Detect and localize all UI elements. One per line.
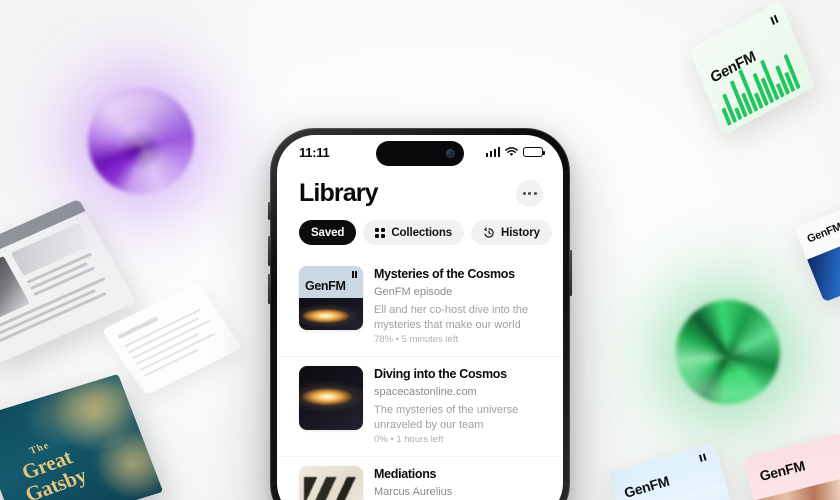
purple-orb-core — [88, 88, 194, 194]
list-item-title: Mediations — [374, 467, 437, 482]
floating-genfm-card-green: GenFM — [688, 0, 816, 136]
tab-history-label: History — [501, 226, 540, 239]
page-title: Library — [299, 179, 379, 207]
list-item-title: Diving into the Cosmos — [374, 367, 507, 382]
battery-full-icon — [523, 147, 545, 157]
purple-orb — [43, 43, 239, 239]
genfm-card-label: GenFM — [805, 220, 840, 246]
pause-icon — [351, 271, 357, 278]
tab-collections-label: Collections — [391, 226, 453, 239]
more-options-icon — [522, 192, 526, 195]
galaxy-artwork — [299, 298, 363, 330]
purple-orb-sheen — [94, 92, 188, 156]
document-text-line — [127, 317, 200, 354]
list-item-meta: Mediations Marcus Aurelius — [374, 466, 543, 500]
list-item[interactable]: Diving into the Cosmos spacecastonline.c… — [277, 357, 563, 458]
green-orb-core — [676, 300, 780, 404]
list-item-meta: Mysteries of the Cosmos GenFM episode El… — [374, 266, 543, 345]
list-item-source: spacecastonline.com — [374, 385, 477, 398]
list-item-source: Marcus Aurelius — [374, 485, 453, 498]
pause-icon — [770, 14, 779, 25]
tab-saved[interactable]: Saved — [299, 220, 357, 245]
phone-screen: 11:11 Library Saved Collections History … — [277, 135, 563, 500]
app-header: Library — [277, 169, 563, 208]
grid-icon — [375, 227, 386, 238]
genfm-thumbnail-label: GenFM — [305, 279, 346, 293]
list-item[interactable]: Mediations Marcus Aurelius — [277, 457, 563, 500]
list-item-title: Mysteries of the Cosmos — [374, 267, 515, 281]
document-heading-line — [117, 316, 160, 340]
status-icons — [485, 147, 545, 157]
library-list: GenFM Mysteries of the Cosmos GenFM epis… — [277, 245, 563, 500]
green-orb — [632, 256, 824, 448]
tab-saved-label: Saved — [311, 226, 345, 239]
volume-up-button[interactable] — [268, 236, 271, 266]
list-item-thumbnail — [299, 366, 363, 431]
power-button[interactable] — [569, 250, 572, 296]
list-item-thumbnail: GenFM — [299, 266, 363, 330]
genfm-card-label: GenFM — [757, 457, 807, 485]
floating-book-gatsby: The Great Gatsby — [0, 373, 164, 500]
waveform-bars — [711, 45, 801, 126]
pause-icon — [698, 453, 707, 462]
more-options-button[interactable] — [516, 180, 543, 207]
list-item-description: Ell and her co-host dive into the myster… — [374, 303, 529, 331]
scene-backdrop: The Great Gatsby GenFM GenFM GenFM GenFM… — [0, 0, 840, 500]
book-artwork — [299, 466, 363, 500]
list-item-source: GenFM episode — [374, 285, 453, 298]
front-camera-icon — [446, 149, 455, 158]
green-orb-sheen — [682, 358, 774, 402]
wifi-icon — [505, 147, 518, 156]
dynamic-island — [376, 141, 464, 166]
tab-collections[interactable]: Collections — [363, 220, 465, 245]
floating-genfm-card-right: GenFM — [794, 193, 840, 303]
history-icon — [484, 227, 494, 238]
phone-device: 11:11 Library Saved Collections History … — [268, 128, 572, 500]
signal-bars-icon — [485, 147, 500, 157]
floating-genfm-card-blue: GenFM — [608, 442, 738, 500]
genfm-card-label: GenFM — [622, 472, 671, 500]
status-bar: 11:11 — [277, 135, 563, 169]
more-options-icon — [533, 192, 537, 195]
volume-down-button[interactable] — [268, 274, 271, 304]
tab-history[interactable]: History — [471, 220, 552, 245]
list-item-progress: 78% • 5 minutes left — [374, 334, 459, 346]
galaxy-artwork — [299, 366, 363, 431]
list-item-progress: 0% • 1 hours left — [374, 434, 444, 446]
more-options-icon — [528, 192, 531, 195]
list-item-meta: Diving into the Cosmos spacecastonline.c… — [374, 366, 543, 445]
status-time: 11:11 — [299, 144, 330, 160]
list-item[interactable]: GenFM Mysteries of the Cosmos GenFM epis… — [277, 257, 563, 358]
list-item-thumbnail — [299, 466, 363, 500]
filter-tabs: Saved Collections History — [277, 208, 563, 245]
list-item-description: The mysteries of the universe unraveled … — [374, 404, 519, 431]
silent-switch-button[interactable] — [268, 202, 271, 220]
